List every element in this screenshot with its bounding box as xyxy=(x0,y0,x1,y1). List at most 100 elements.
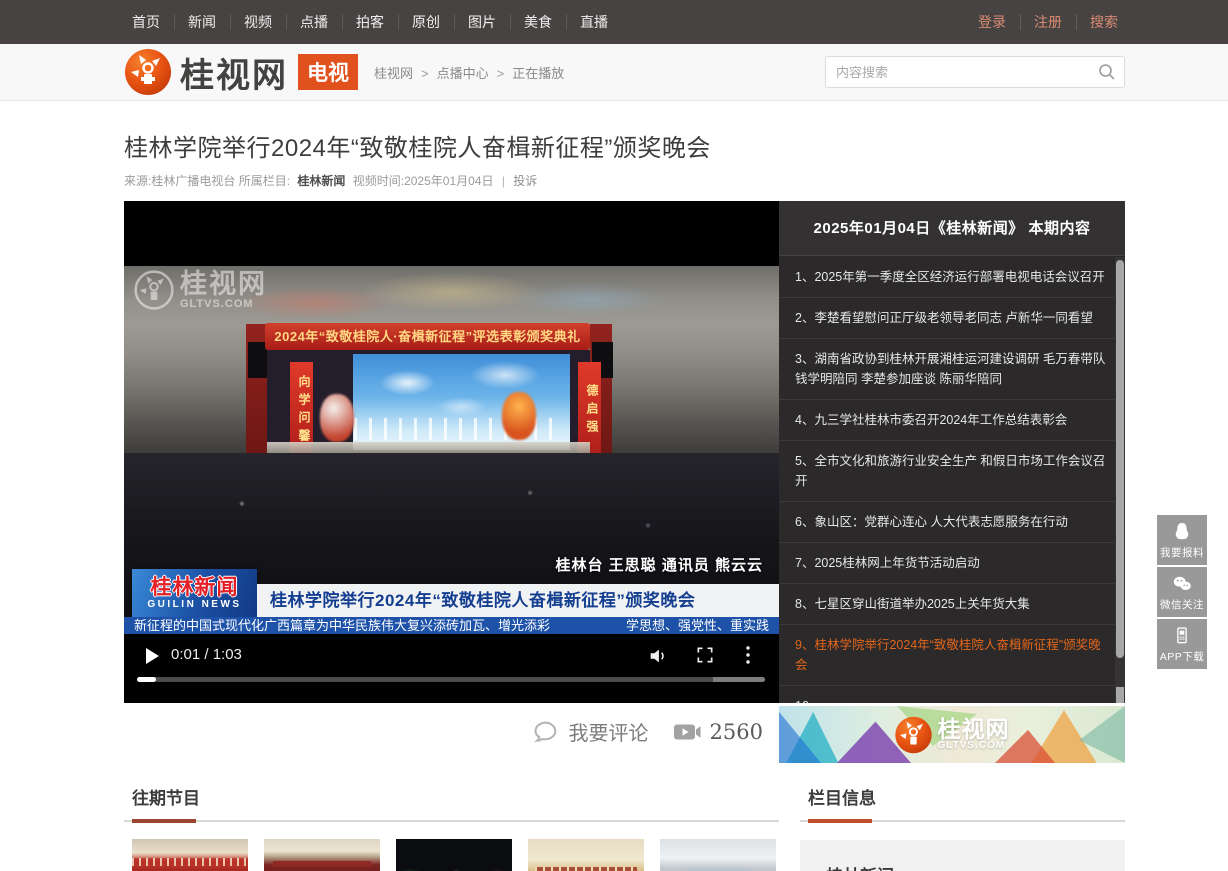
news-badge-title: 桂林新闻 xyxy=(151,576,239,599)
playlist-item[interactable]: 2、李楚看望慰问正厅级老领导老同志 卢新华一同看望 xyxy=(779,298,1125,339)
past-program-thumbnail[interactable] xyxy=(396,839,512,871)
ticker-left: 新征程的中国式现代化广西篇章为中华民族伟大复兴添砖加瓦、增光添彩 xyxy=(134,617,550,634)
buffer-bar xyxy=(713,677,765,682)
playlist-item[interactable]: 3、湖南省政协到桂林开展湘桂运河建设调研 毛万春带队 钱学明陪同 李楚参加座谈 … xyxy=(779,339,1125,400)
wechat-follow-button[interactable]: 微信关注 xyxy=(1157,567,1207,617)
search-icon[interactable] xyxy=(1097,62,1117,82)
column-info-box: 桂林新闻 xyxy=(800,840,1125,871)
ad-logo-text: 桂视网 xyxy=(938,718,1010,740)
app-download-button[interactable]: APP下载 xyxy=(1157,619,1207,669)
playlist-item[interactable]: 6、象山区：党群心连心 人大代表志愿服务在行动 xyxy=(779,502,1125,543)
wechat-follow-label: 微信关注 xyxy=(1160,597,1204,612)
nav-item[interactable]: 图片 xyxy=(454,0,510,44)
page-title: 桂林学院举行2024年“致敬桂院人奋楫新征程”颁奖晚会 xyxy=(124,128,1125,163)
playlist-item[interactable]: 4、九三学社桂林市委召开2024年工作总结表彰会 xyxy=(779,400,1125,441)
playlist-item[interactable]: 1、2025年第一季度全区经济运行部署电视电话会议召开 xyxy=(779,257,1125,298)
video-meta: 来源:桂林广播电视台 所属栏目: 桂林新闻 视频时间:2025年01月04日 |… xyxy=(124,172,1125,189)
play-button[interactable] xyxy=(146,648,159,664)
nav-item[interactable]: 原创 xyxy=(398,0,454,44)
past-programs-list xyxy=(124,839,779,871)
site-logo-icon[interactable] xyxy=(124,48,172,96)
news-subtitle: 桂林学院举行2024年“致敬桂院人奋楫新征程”颁奖晚会 xyxy=(257,584,779,617)
playlist-scrollbar[interactable] xyxy=(1115,257,1125,703)
past-program-thumbnail[interactable] xyxy=(132,839,248,871)
nav-item[interactable]: 视频 xyxy=(230,0,286,44)
comment-bubble-icon xyxy=(532,718,560,746)
site-logo-text[interactable]: 桂视网 xyxy=(180,48,288,97)
ad-logo-subtext: GLTVS.COM xyxy=(938,740,1010,751)
nav-item[interactable]: 拍客 xyxy=(342,0,398,44)
time-display: 0:01 / 1:03 xyxy=(171,646,242,663)
site-search xyxy=(825,56,1125,88)
ad-logo: 桂视网 GLTVS.COM xyxy=(895,716,1010,754)
nav-item[interactable]: 新闻 xyxy=(174,0,230,44)
stage-side-banner-left: 向学问馨 xyxy=(290,362,313,454)
column-name[interactable]: 桂林新闻 xyxy=(826,862,1099,871)
meta-time: 视频时间:2025年01月04日 xyxy=(353,174,494,188)
stage-banner: 2024年“致敬桂院人·奋楫新征程”评选表彰颁奖典礼 xyxy=(265,323,590,350)
playlist-item[interactable]: 7、2025桂林网上年货节活动启动 xyxy=(779,543,1125,584)
watermark-text: 桂视网 xyxy=(180,271,267,298)
lion-dancer-left xyxy=(320,394,354,442)
scrollbar-end-block[interactable] xyxy=(1116,687,1124,703)
news-ticker: 新征程的中国式现代化广西篇章为中华民族伟大复兴添砖加瓦、增光添彩 学思想、强党性… xyxy=(124,617,779,634)
comment-label: 我要评论 xyxy=(569,717,649,746)
nav-auth-item[interactable]: 注册 xyxy=(1020,0,1076,44)
floating-sidebar: 我要报料 微信关注 APP下载 xyxy=(1157,515,1207,671)
played-bar xyxy=(137,677,156,682)
playlist-item[interactable]: 5、全市文化和旅游行业安全生产 和假日市场工作会议召开 xyxy=(779,441,1125,502)
qq-penguin-icon xyxy=(1171,521,1193,543)
reporter-credits: 桂林台 王思聪 通讯员 熊云云 xyxy=(555,554,763,575)
nav-auth-item[interactable]: 搜索 xyxy=(1076,0,1132,44)
site-header: 桂视网 电视 桂视网点播中心正在播放 xyxy=(0,44,1228,101)
watermark-subtext: GLTVS.COM xyxy=(180,298,267,310)
breadcrumb: 桂视网点播中心正在播放 xyxy=(374,63,564,82)
fullscreen-icon[interactable] xyxy=(695,645,715,665)
progress-bar[interactable] xyxy=(137,677,765,682)
volume-icon[interactable] xyxy=(647,645,669,667)
meta-column-value[interactable]: 桂林新闻 xyxy=(297,174,345,188)
tv-channel-badge[interactable]: 电视 xyxy=(298,54,358,90)
playlist-item[interactable]: 9、桂林学院举行2024年“致敬桂院人奋楫新征程”颁奖晚会 xyxy=(779,625,1125,686)
nav-auth-menu: 登录注册搜索 xyxy=(964,0,1228,44)
watermark-logo-icon xyxy=(134,270,174,310)
nav-item[interactable]: 直播 xyxy=(566,0,622,44)
past-program-thumbnail[interactable] xyxy=(528,839,644,871)
playlist-item[interactable]: 8、七星区穿山街道举办2025上关年货大集 xyxy=(779,584,1125,625)
nav-item[interactable]: 首页 xyxy=(118,0,174,44)
playlist-panel: 2025年01月04日《桂林新闻》 本期内容 1、2025年第一季度全区经济运行… xyxy=(779,201,1125,703)
past-programs-title: 往期节目 xyxy=(124,776,779,820)
past-program-thumbnail[interactable] xyxy=(264,839,380,871)
view-count: 2560 xyxy=(710,720,763,744)
report-link[interactable]: 投诉 xyxy=(513,174,537,188)
news-program-badge: 桂林新闻 GUILIN NEWS xyxy=(132,569,257,617)
section-rule xyxy=(800,820,1125,822)
ad-banner[interactable]: 桂视网 GLTVS.COM xyxy=(779,706,1125,763)
playlist-item[interactable]: 10、 xyxy=(779,686,1125,703)
meta-divider: | xyxy=(502,174,505,188)
breadcrumb-item[interactable]: 桂视网 xyxy=(374,63,413,82)
meta-column-label: 所属栏目: xyxy=(239,174,290,188)
more-options-icon[interactable] xyxy=(739,645,757,665)
ticker-right: 学思想、强党性、重实践 xyxy=(626,617,769,634)
section-rule xyxy=(124,820,779,822)
search-input[interactable] xyxy=(825,56,1125,88)
top-nav: 首页新闻视频点播拍客原创图片美食直播 登录注册搜索 xyxy=(0,0,1228,44)
breadcrumb-item[interactable]: 点播中心 xyxy=(413,63,489,82)
video-controls: 0:01 / 1:03 xyxy=(124,634,779,703)
view-count-group: 2560 xyxy=(673,720,763,744)
stage-floor xyxy=(267,442,590,453)
breadcrumb-item[interactable]: 正在播放 xyxy=(489,63,565,82)
nav-item[interactable]: 点播 xyxy=(286,0,342,44)
playlist-body: 1、2025年第一季度全区经济运行部署电视电话会议召开2、李楚看望慰问正厅级老领… xyxy=(779,257,1125,703)
report-tip-button[interactable]: 我要报料 xyxy=(1157,515,1207,565)
nav-auth-item[interactable]: 登录 xyxy=(964,0,1020,44)
past-program-thumbnail[interactable] xyxy=(660,839,776,871)
scrollbar-thumb[interactable] xyxy=(1116,260,1124,658)
lion-dancer-right xyxy=(502,392,536,440)
report-tip-label: 我要报料 xyxy=(1160,545,1204,560)
video-actions: 我要评论 2560 xyxy=(124,703,779,760)
nav-item[interactable]: 美食 xyxy=(510,0,566,44)
video-player[interactable]: 桂视网 GLTVS.COM 2024年“致敬桂院人·奋楫新征程”评选表彰颁奖典礼… xyxy=(124,201,779,703)
comment-button[interactable]: 我要评论 xyxy=(532,717,649,746)
